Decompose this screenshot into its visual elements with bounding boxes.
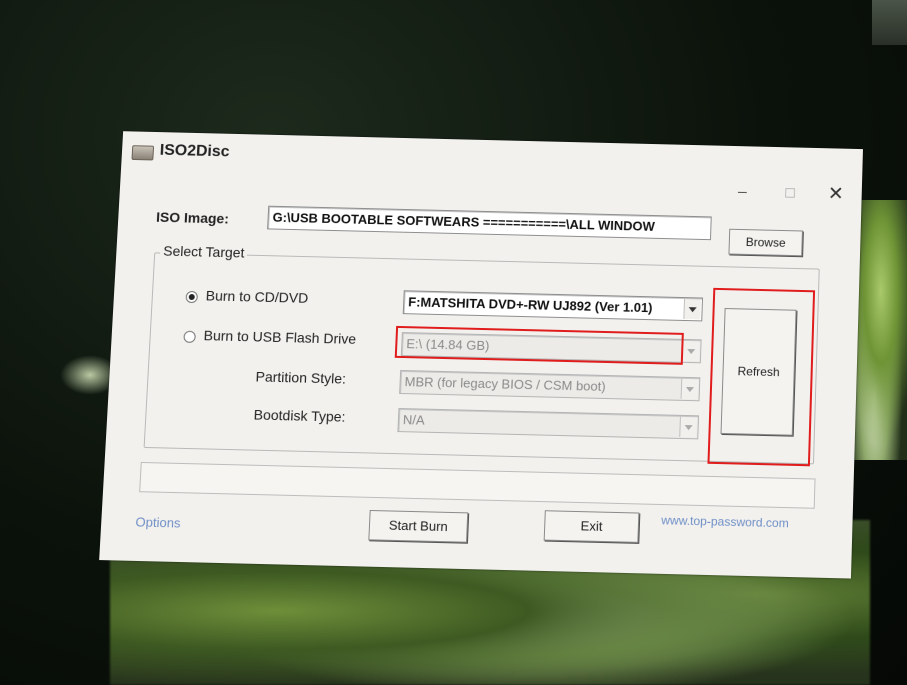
exit-button[interactable]: Exit [544,510,640,543]
chevron-down-icon[interactable] [681,379,699,399]
options-link[interactable]: Options [135,514,181,530]
maximize-button[interactable]: ☐ [776,184,804,202]
chevron-down-icon[interactable] [682,341,700,361]
iso2disc-window: ISO2Disc – ☐ ✕ ISO Image: G:\USB BOOTABL… [99,131,863,578]
website-link[interactable]: www.top-password.com [661,513,789,530]
app-icon [131,145,154,160]
chevron-down-icon[interactable] [683,299,701,319]
refresh-highlight [707,288,815,466]
bootdisk-type-label: Bootdisk Type: [253,406,346,424]
bootdisk-type-value: N/A [403,412,425,428]
burn-cd-label[interactable]: Burn to CD/DVD [205,287,308,305]
close-button[interactable]: ✕ [822,186,850,204]
background-splash-left [60,355,110,395]
start-burn-button[interactable]: Start Burn [368,510,468,543]
minimize-button[interactable]: – [728,183,756,201]
partition-style-value: MBR (for legacy BIOS / CSM boot) [404,374,606,394]
title-bar[interactable]: ISO2Disc – ☐ ✕ [120,131,862,196]
cd-drive-value: F:MATSHITA DVD+-RW UJ892 (Ver 1.01) [408,294,653,315]
background-corner [872,0,907,45]
browse-button[interactable]: Browse [728,229,803,257]
select-target-title: Select Target [160,243,248,261]
partition-style-label: Partition Style: [255,368,346,386]
iso-image-label: ISO Image: [156,209,230,227]
chevron-down-icon[interactable] [679,417,697,437]
progress-bar [139,462,815,509]
window-title: ISO2Disc [159,142,230,161]
iso-path-field[interactable]: G:\USB BOOTABLE SOFTWEARS ===========\AL… [267,206,712,240]
